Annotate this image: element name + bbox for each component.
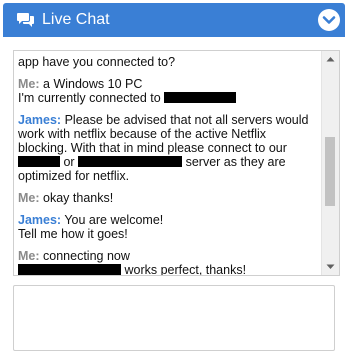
speaker-label: Me: xyxy=(18,77,40,91)
speaker-label: Me: xyxy=(18,191,40,205)
collapse-button[interactable] xyxy=(318,9,340,31)
message-text: or xyxy=(63,155,75,169)
scroll-up-button[interactable] xyxy=(322,51,339,67)
message-text: a Windows 10 PC xyxy=(43,77,143,91)
caret-down-icon xyxy=(326,264,335,269)
list-item: Me: okay thanks! xyxy=(18,191,314,205)
vertical-scrollbar[interactable] xyxy=(321,51,339,275)
redacted-text xyxy=(164,92,237,103)
scroll-thumb[interactable] xyxy=(325,137,335,206)
caret-up-icon xyxy=(326,57,335,62)
chevron-down-icon xyxy=(322,16,336,24)
message-text: okay thanks! xyxy=(43,191,114,205)
live-chat-widget: Live Chat app have you connected to? Me:… xyxy=(3,3,345,358)
message-input[interactable] xyxy=(13,285,335,351)
list-item: James: Please be advised that not all se… xyxy=(18,113,314,183)
redacted-text xyxy=(18,156,60,167)
chat-title: Live Chat xyxy=(42,11,110,28)
message-text: Tell me how it goes! xyxy=(18,227,128,241)
message-text: I'm currently connected to xyxy=(18,91,161,105)
message-text: app have you connected to? xyxy=(18,55,176,69)
list-item: Me: connecting now works perfect, thanks… xyxy=(18,249,314,275)
message-text: works perfect, thanks! xyxy=(124,263,247,275)
list-item: app have you connected to? xyxy=(18,55,314,69)
scroll-down-button[interactable] xyxy=(322,259,339,275)
message-text: Please be advised that not all servers w… xyxy=(18,113,309,155)
message-text: You are welcome! xyxy=(64,213,164,227)
chat-header[interactable]: Live Chat xyxy=(3,3,345,37)
message-text: connecting now xyxy=(43,249,130,263)
speaker-label: Me: xyxy=(18,249,40,263)
list-item: James: You are welcome! Tell me how it g… xyxy=(18,213,314,241)
chat-transcript[interactable]: app have you connected to? Me: a Windows… xyxy=(13,50,340,276)
redacted-text xyxy=(78,156,183,167)
speaker-label: James: xyxy=(18,113,62,127)
list-item: Me: a Windows 10 PC I'm currently connec… xyxy=(18,77,314,105)
chat-bubbles-icon xyxy=(17,12,35,28)
redacted-text xyxy=(18,264,121,275)
message-list: app have you connected to? Me: a Windows… xyxy=(14,51,317,275)
speaker-label: James: xyxy=(18,213,62,227)
